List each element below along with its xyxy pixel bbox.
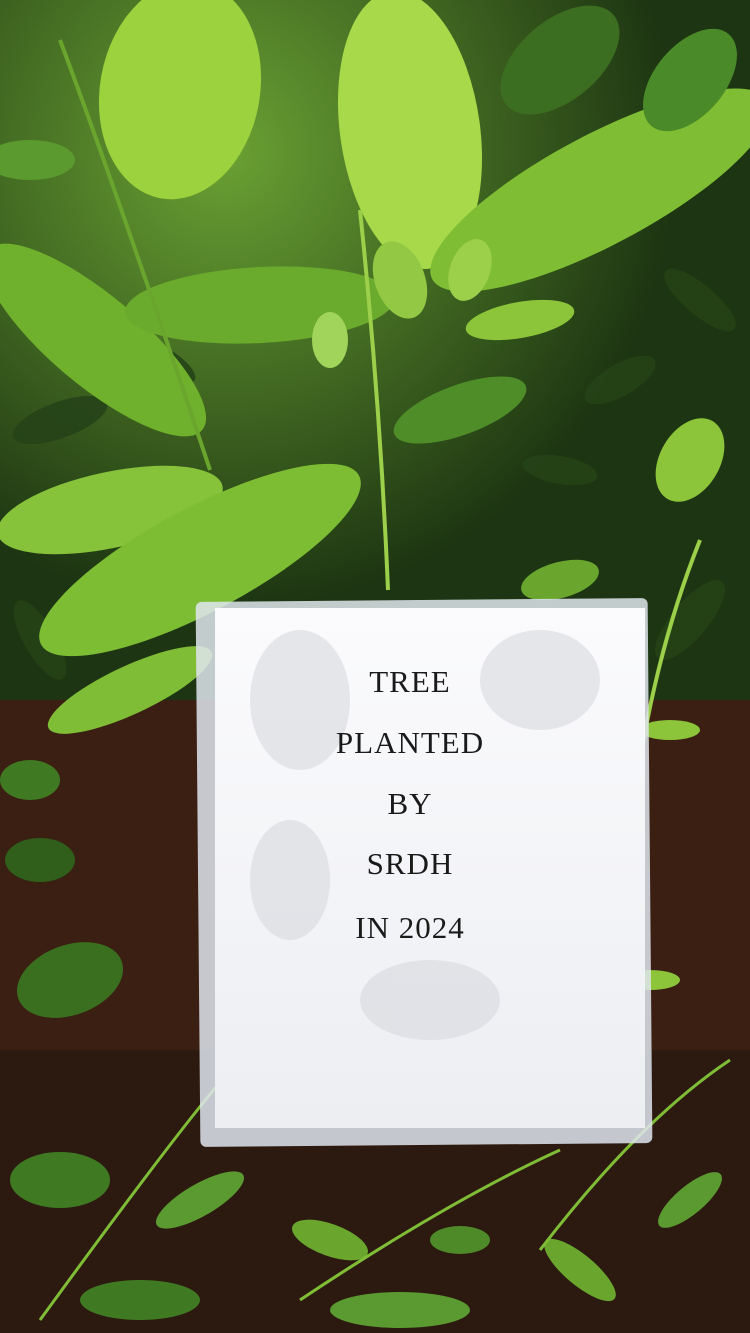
sign-line-5: IN 2024	[355, 910, 465, 945]
sign-line-2: PLANTED	[335, 725, 485, 760]
sign-line-4: SRDH	[366, 846, 454, 881]
sign-line-1: TREE	[369, 664, 451, 699]
sign-line-3: BY	[387, 786, 433, 821]
